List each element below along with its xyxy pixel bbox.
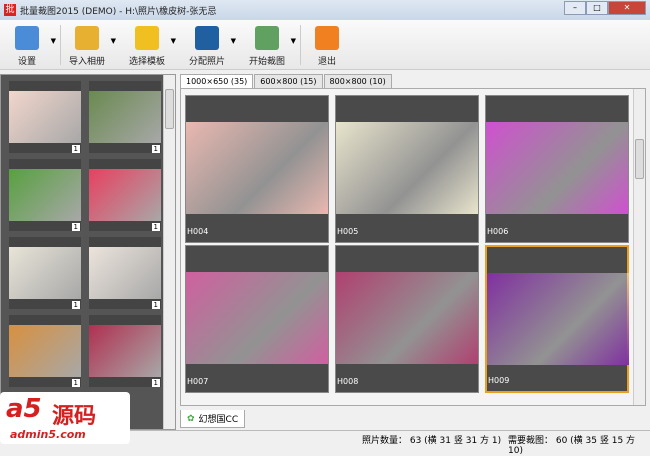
photo xyxy=(486,122,628,214)
photo xyxy=(487,273,629,365)
photo xyxy=(186,122,328,214)
tab-size[interactable]: 1000×650 (35) xyxy=(180,74,254,88)
tab-size[interactable]: 800×800 (10) xyxy=(323,74,392,88)
crop-count: 需要裁图： 60 (横 35 竖 15 方 10) xyxy=(508,436,636,456)
scroll-thumb[interactable] xyxy=(165,89,174,129)
crop-cell[interactable]: H007 xyxy=(185,245,329,393)
photo xyxy=(89,91,161,143)
dropdown-arrow-icon[interactable]: ▼ xyxy=(231,37,236,45)
dropdown-arrow-icon[interactable]: ▼ xyxy=(111,37,116,45)
cell-label: H007 xyxy=(187,377,209,386)
photo-count: 照片数量： 63 (横 31 竖 31 方 1) xyxy=(362,436,502,446)
thumbnail-count: 1 xyxy=(151,223,160,231)
scroll-thumb[interactable] xyxy=(635,139,644,179)
toolbar-label: 选择模板 xyxy=(128,57,165,67)
toolbar-button-3[interactable]: 分配照片 ▼ xyxy=(182,24,236,67)
puzzle-icon: ✿ xyxy=(187,413,195,424)
thumbnail[interactable]: 1 xyxy=(89,159,161,231)
photo xyxy=(9,169,81,221)
watermark-url: admin5.com xyxy=(10,428,86,441)
album-tab[interactable]: ✿ 幻想国CC xyxy=(180,410,246,428)
photo xyxy=(89,325,161,377)
thumbnail[interactable]: 1 xyxy=(89,237,161,309)
separator xyxy=(300,25,301,65)
photo xyxy=(336,122,478,214)
thumbnail[interactable]: 1 xyxy=(89,81,161,153)
toolbar-button-0[interactable]: 设置 ▼ xyxy=(2,24,56,67)
cell-label: H005 xyxy=(337,227,359,236)
exit-icon xyxy=(315,26,339,50)
maximize-button[interactable]: □ xyxy=(586,1,608,15)
photo xyxy=(9,91,81,143)
crop-cell[interactable]: H006 xyxy=(485,95,629,243)
main-scrollbar[interactable] xyxy=(633,89,645,405)
size-tabs: 1000×650 (35) 600×800 (15) 800×800 (10) xyxy=(180,74,393,88)
dropdown-arrow-icon[interactable]: ▼ xyxy=(51,37,56,45)
photo xyxy=(9,247,81,299)
thumbnail[interactable]: 1 xyxy=(9,159,81,231)
window-title: 批量裁图2015 (DEMO) - H:\照片\橡皮树-张无忌 xyxy=(20,6,217,17)
crop-cell[interactable]: H009 xyxy=(485,245,629,393)
thumbnail[interactable]: 1 xyxy=(9,81,81,153)
photo xyxy=(9,325,81,377)
thumbnail[interactable]: 1 xyxy=(89,315,161,387)
album-tab-label: 幻想国CC xyxy=(198,415,239,425)
thumbnail-count: 1 xyxy=(71,145,80,153)
close-button[interactable]: ✕ xyxy=(608,1,646,15)
thumbnail-count: 1 xyxy=(71,379,80,387)
toolbar-label: 设置 xyxy=(17,57,36,67)
crop-cell[interactable]: H008 xyxy=(335,245,479,393)
puzzle-icon xyxy=(135,26,159,50)
watermark-cn: 源码 xyxy=(52,404,97,429)
dropdown-arrow-icon[interactable]: ▼ xyxy=(291,37,296,45)
tab-size[interactable]: 600×800 (15) xyxy=(254,74,323,88)
dropdown-arrow-icon[interactable]: ▼ xyxy=(171,37,176,45)
thumbnail-count: 1 xyxy=(151,301,160,309)
photo xyxy=(89,247,161,299)
cell-label: H008 xyxy=(337,377,359,386)
toolbar-button-1[interactable]: 导入相册 ▼ xyxy=(62,24,116,67)
crop-image-icon xyxy=(255,26,279,50)
thumbnail[interactable]: 1 xyxy=(9,237,81,309)
photo xyxy=(336,272,478,364)
title-bar: 批 批量裁图2015 (DEMO) - H:\照片\橡皮树-张无忌 – □ ✕ xyxy=(0,0,650,20)
toolbar-button-2[interactable]: 选择模板 ▼ xyxy=(122,24,176,67)
crop-cell[interactable]: H005 xyxy=(335,95,479,243)
toolbar-button-5[interactable]: 退出 xyxy=(302,24,352,67)
thumbnail-count: 1 xyxy=(151,379,160,387)
photo xyxy=(89,169,161,221)
thumbnail-count: 1 xyxy=(71,301,80,309)
cell-label: H004 xyxy=(187,227,209,236)
toolbar: 设置 ▼ 导入相册 ▼ 选择模板 ▼ 分配照片 ▼ 开始裁图 ▼ 退出 xyxy=(0,20,650,70)
watermark-logo: a5 源码 admin5.com xyxy=(0,392,130,444)
separator xyxy=(60,25,61,65)
thumbnail-count: 1 xyxy=(71,223,80,231)
settings-icon xyxy=(15,26,39,50)
photo xyxy=(186,272,328,364)
toolbar-label: 开始裁图 xyxy=(248,57,285,67)
toolbar-button-4[interactable]: 开始裁图 ▼ xyxy=(242,24,296,67)
watermark-brand: a5 xyxy=(6,394,42,424)
toolbar-label: 分配照片 xyxy=(188,57,225,67)
app-icon: 批 xyxy=(4,4,16,16)
portrait-icon xyxy=(195,26,219,50)
crop-grid: H004 H005 H006 H007 H008 H009 xyxy=(180,88,646,406)
toolbar-label: 退出 xyxy=(317,57,336,67)
folder-icon xyxy=(75,26,99,50)
thumbnail-count: 1 xyxy=(151,145,160,153)
thumbnail-panel: 1 1 1 1 1 1 1 1 xyxy=(0,74,176,430)
left-scrollbar[interactable] xyxy=(163,75,175,429)
minimize-button[interactable]: – xyxy=(564,1,586,15)
crop-cell[interactable]: H004 xyxy=(185,95,329,243)
cell-label: H006 xyxy=(487,227,509,236)
cell-label: H009 xyxy=(488,376,510,385)
toolbar-label: 导入相册 xyxy=(68,57,105,67)
thumbnail[interactable]: 1 xyxy=(9,315,81,387)
